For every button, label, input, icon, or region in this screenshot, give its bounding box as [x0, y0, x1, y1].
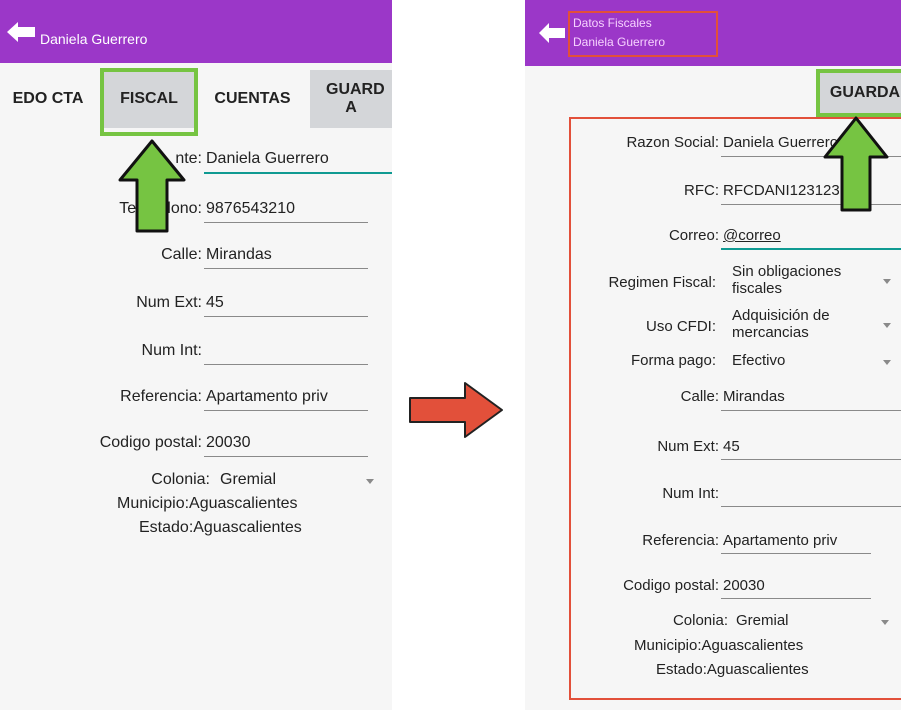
forma-pago-row: Forma pago: Efectivo [525, 351, 901, 373]
codigo-postal-input[interactable]: 20030 [723, 577, 765, 594]
calle-label: Calle: [161, 246, 202, 263]
municipio-row: Municipio:Aguascalientes [525, 636, 901, 658]
referencia-label: Referencia: [120, 388, 202, 405]
estado-row: Estado:Aguascalientes [0, 518, 392, 540]
colonia-dropdown-icon[interactable] [366, 479, 374, 484]
tab-edo-cta[interactable]: EDO CTA [0, 70, 96, 128]
screen-subtitle: Daniela Guerrero [573, 35, 666, 49]
regimen-fiscal-label: Regimen Fiscal: [608, 274, 716, 291]
rfc-label: RFC: [684, 182, 719, 199]
forma-pago-dropdown-icon[interactable] [883, 360, 891, 365]
municipio-text: Municipio:Aguascalientes [634, 637, 804, 654]
referencia-underline [204, 410, 368, 411]
num-int-label: Num Int: [141, 342, 202, 359]
colonia-label: Colonia: [672, 612, 728, 629]
colonia-select[interactable]: Gremial [736, 612, 789, 629]
num-int-label: Num Int: [662, 485, 719, 502]
calle-input[interactable]: Mirandas [723, 388, 785, 405]
telefono-underline [204, 222, 368, 223]
razon-social-input[interactable]: Daniela Guerrero [723, 134, 838, 151]
regimen-fiscal-row: Regimen Fiscal: Sin obligaciones fiscale… [525, 262, 901, 302]
codigo-postal-label: Codigo postal: [623, 577, 719, 594]
colonia-row: Colonia: Gremial [0, 470, 392, 492]
codigo-postal-label: Codigo postal: [99, 434, 202, 451]
num-ext-label: Num Ext: [657, 438, 719, 455]
estado-row: Estado:Aguascalientes [525, 660, 901, 682]
guarda-button-highlight [816, 69, 901, 117]
left-screen: Daniela Guerrero EDO CTA FISCAL CUENTAS … [0, 0, 392, 710]
num-ext-input[interactable]: 45 [206, 294, 224, 312]
colonia-row: Colonia: Gremial [525, 611, 901, 633]
fiscal-tab-highlight [100, 68, 198, 136]
num-ext-label: Num Ext: [136, 294, 202, 311]
calle-underline [721, 410, 901, 411]
back-arrow-icon[interactable] [7, 22, 35, 42]
tab-cuentas[interactable]: CUENTAS [203, 70, 302, 128]
referencia-input[interactable]: Apartamento priv [723, 532, 837, 549]
uso-cfdi-dropdown-icon[interactable] [883, 323, 891, 328]
regimen-fiscal-select[interactable]: Sin obligaciones fiscales [732, 263, 857, 297]
regimen-dropdown-icon[interactable] [883, 279, 891, 284]
right-app-bar: Datos Fiscales Daniela Guerrero [525, 0, 901, 66]
referencia-label: Referencia: [642, 532, 719, 549]
colonia-select[interactable]: Gremial [220, 471, 276, 489]
calle-row: Calle: Mirandas [0, 244, 392, 270]
municipio-row: Municipio:Aguascalientes [0, 494, 392, 516]
num-int-row: Num Int: [0, 340, 392, 366]
num-ext-row: Num Ext: 45 [525, 436, 901, 460]
num-ext-underline [204, 316, 368, 317]
telefono-input[interactable]: 9876543210 [206, 200, 295, 218]
num-ext-input[interactable]: 45 [723, 438, 740, 455]
estado-text: Estado:Aguascalientes [139, 519, 302, 536]
colonia-label: Colonia: [151, 471, 210, 488]
calle-label: Calle: [680, 388, 719, 405]
uso-cfdi-row: Uso CFDI: Adquisición de mercancias [525, 306, 901, 346]
num-ext-underline [721, 459, 901, 460]
num-int-row: Num Int: [525, 483, 901, 507]
screen-title: Datos Fiscales [573, 16, 652, 30]
forma-pago-select[interactable]: Efectivo [732, 352, 785, 369]
correo-label: Correo: [668, 227, 719, 244]
razon-social-label: Razon Social: [626, 134, 719, 151]
green-up-arrow-annotation [118, 139, 186, 233]
referencia-row: Referencia: Apartamento priv [0, 386, 392, 412]
left-app-title: Daniela Guerrero [40, 31, 148, 47]
colonia-dropdown-icon[interactable] [881, 620, 889, 625]
num-int-underline [204, 364, 368, 365]
green-up-arrow-annotation [823, 116, 889, 212]
tab-guarda-label: GUARD A [326, 81, 385, 116]
codigo-postal-underline [721, 598, 871, 599]
num-int-underline [721, 506, 901, 507]
right-screen: Datos Fiscales Daniela Guerrero GUARDA R… [525, 0, 901, 710]
back-arrow-icon[interactable] [539, 23, 565, 43]
telefono-row: Te lono: 9876543210 [0, 198, 392, 224]
municipio-text: Municipio:Aguascalientes [117, 495, 298, 512]
forma-pago-label: Forma pago: [630, 352, 716, 369]
cliente-row: nte: Daniela Guerrero [0, 148, 392, 174]
calle-underline [204, 268, 368, 269]
calle-input[interactable]: Mirandas [206, 246, 272, 264]
tab-guarda[interactable]: GUARD A [310, 70, 392, 128]
codigo-postal-input[interactable]: 20030 [206, 434, 251, 452]
left-app-bar: Daniela Guerrero [0, 0, 392, 63]
codigo-postal-row: Codigo postal: 20030 [525, 575, 901, 599]
transition-arrow-icon [409, 382, 503, 438]
estado-text: Estado:Aguascalientes [656, 661, 809, 678]
referencia-underline [721, 553, 871, 554]
uso-cfdi-select[interactable]: Adquisición de mercancias [732, 307, 857, 341]
cliente-input[interactable]: Daniela Guerrero [206, 150, 329, 168]
referencia-input[interactable]: Apartamento priv [206, 388, 328, 406]
referencia-row: Referencia: Apartamento priv [525, 530, 901, 554]
codigo-postal-underline [204, 456, 368, 457]
correo-row: Correo: @correo [525, 225, 901, 249]
uso-cfdi-label: Uso CFDI: [645, 318, 716, 335]
calle-row: Calle: Mirandas [525, 386, 901, 410]
codigo-postal-row: Codigo postal: 20030 [0, 432, 392, 458]
cliente-underline [204, 172, 392, 174]
correo-input[interactable]: @correo [723, 227, 781, 244]
num-ext-row: Num Ext: 45 [0, 292, 392, 318]
correo-underline [721, 248, 901, 250]
